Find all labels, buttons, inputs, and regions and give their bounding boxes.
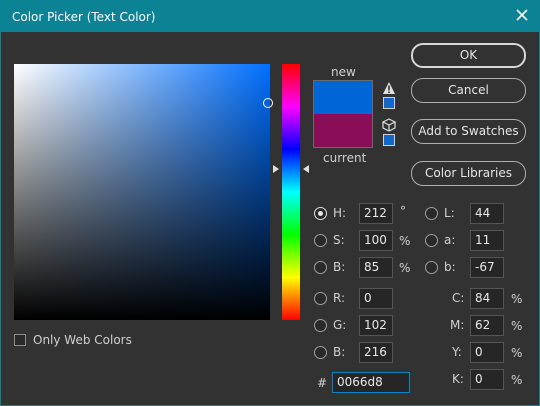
black-input[interactable]: 0 [470,369,504,390]
lab-l-input[interactable]: 44 [470,203,504,224]
saturation-unit: % [399,234,411,248]
green-input[interactable]: 102 [359,315,393,336]
red-label: R: [333,291,346,305]
magenta-input[interactable]: 62 [470,315,504,336]
magenta-unit: % [511,319,523,333]
window-title: Color Picker (Text Color) [12,10,156,24]
lab-l-radio[interactable] [425,207,438,220]
lab-a-label: a: [444,233,456,247]
green-label: G: [333,318,347,332]
hue-label: H: [333,206,347,220]
saturation-label: S: [333,233,345,247]
cyan-unit: % [511,292,523,306]
hue-radio[interactable] [314,207,327,220]
hue-slider-right-arrow[interactable] [303,165,309,173]
black-label: K: [452,372,464,386]
color-field-marker[interactable] [263,98,273,108]
hex-input[interactable]: 0066d8 [332,372,410,393]
lab-b-input[interactable]: -67 [470,257,504,278]
cancel-button[interactable]: Cancel [411,78,526,103]
web-safe-swatch[interactable] [383,134,395,146]
hue-slider[interactable] [282,64,300,320]
warning-triangle-icon [383,82,395,94]
hue-slider-left-arrow[interactable] [273,165,279,173]
saturation-radio[interactable] [314,234,327,247]
lab-a-radio[interactable] [425,234,438,247]
lab-b-radio[interactable] [425,261,438,274]
close-icon[interactable] [513,6,531,24]
color-preview [313,80,373,148]
black-unit: % [511,373,523,387]
hex-label: # [317,376,328,390]
yellow-unit: % [511,346,523,360]
red-radio[interactable] [314,292,327,305]
blue-label: B: [333,345,346,359]
current-color-label: current [323,151,367,165]
add-to-swatches-button[interactable]: Add to Swatches [411,119,526,144]
color-libraries-button[interactable]: Color Libraries [411,161,526,186]
brightness-label: B: [333,260,346,274]
brightness-radio[interactable] [314,261,327,274]
cyan-label: C: [452,291,465,305]
yellow-label: Y: [452,345,462,359]
color-picker-dialog: Color Picker (Text Color) new current OK… [0,0,540,406]
ok-button[interactable]: OK [411,43,526,68]
new-color-label: new [331,65,356,79]
only-web-colors-checkbox[interactable] [14,334,26,346]
blue-radio[interactable] [314,346,327,359]
brightness-unit: % [399,261,411,275]
lab-b-label: b: [444,260,456,274]
color-field[interactable] [14,64,270,320]
green-radio[interactable] [314,319,327,332]
red-input[interactable]: 0 [359,288,393,309]
title-bar: Color Picker (Text Color) [1,1,539,32]
current-color-swatch[interactable] [314,114,372,147]
cyan-input[interactable]: 84 [470,288,504,309]
hue-unit: ° [400,204,406,218]
new-color-swatch [314,81,372,114]
lab-l-label: L: [444,206,455,220]
hue-input[interactable]: 212 [359,203,393,224]
lab-a-input[interactable]: 11 [470,230,504,251]
blue-input[interactable]: 216 [359,342,393,363]
brightness-input[interactable]: 85 [359,257,393,278]
saturation-input[interactable]: 100 [359,230,393,251]
in-gamut-swatch[interactable] [383,97,395,109]
cube-icon [382,118,396,132]
magenta-label: M: [450,318,465,332]
yellow-input[interactable]: 0 [470,342,504,363]
only-web-colors-label[interactable]: Only Web Colors [33,333,132,347]
